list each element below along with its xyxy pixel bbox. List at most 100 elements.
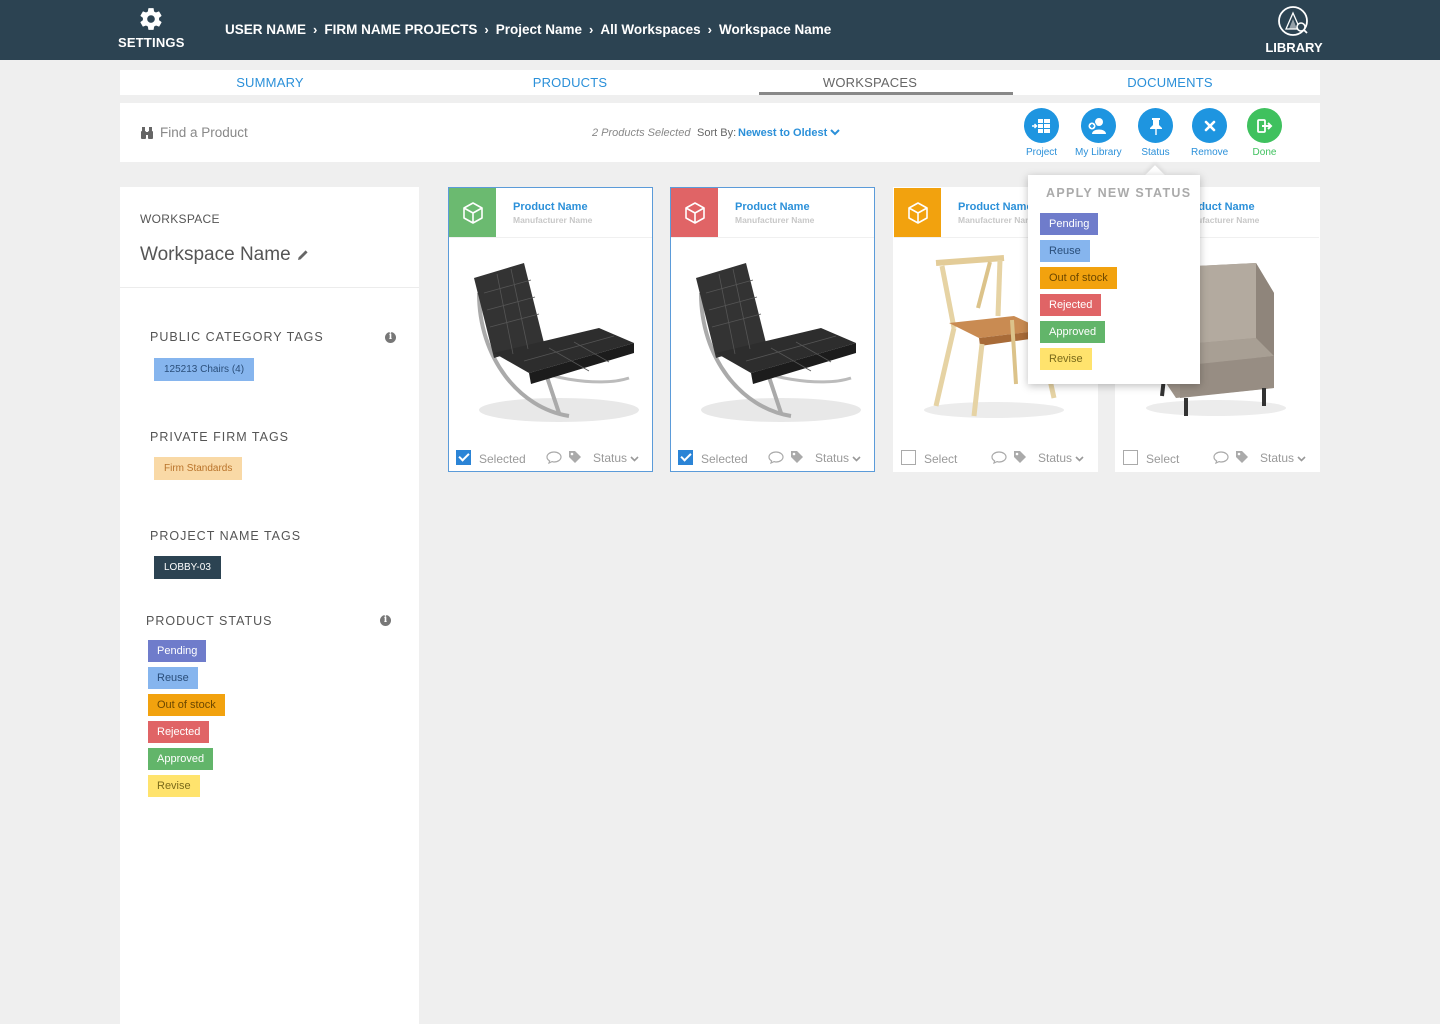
status-dropdown[interactable]: Status	[1038, 451, 1084, 465]
action-label: My Library	[1075, 147, 1122, 158]
public-tag[interactable]: 125213 Chairs (4)	[154, 358, 255, 381]
select-checkbox[interactable]	[456, 450, 471, 465]
breadcrumb-project[interactable]: Project Name	[496, 22, 582, 37]
card-footer: Selected Status	[671, 446, 874, 468]
status-option-out-of-stock[interactable]: Out of stock	[1040, 267, 1117, 289]
select-checkbox[interactable]	[1123, 450, 1138, 465]
status-revise[interactable]: Revise	[148, 775, 200, 797]
status-option-approved[interactable]: Approved	[1040, 321, 1106, 343]
chevron-down-icon	[830, 129, 841, 136]
apply-status-popover: APPLY NEW STATUS Pending Reuse Out of st…	[1028, 175, 1200, 384]
status-reuse[interactable]: Reuse	[148, 667, 198, 689]
status-dropdown[interactable]: Status	[1260, 451, 1306, 465]
status-color-block	[894, 188, 941, 237]
tag-icon[interactable]	[1013, 450, 1027, 464]
comment-icon[interactable]	[1213, 451, 1229, 464]
tab-documents[interactable]: DOCUMENTS	[1020, 70, 1320, 95]
info-icon[interactable]: i	[385, 332, 396, 343]
manufacturer-name: Manufacturer Name	[958, 215, 1038, 225]
breadcrumb-separator: ›	[484, 22, 489, 37]
select-label[interactable]: Selected	[479, 452, 526, 466]
action-label: Done	[1252, 147, 1277, 158]
status-option-revise[interactable]: Revise	[1040, 348, 1092, 370]
tag-icon[interactable]	[1235, 450, 1249, 464]
exit-icon	[1256, 118, 1272, 133]
popover-title: APPLY NEW STATUS	[1046, 186, 1192, 200]
select-label[interactable]: Select	[1146, 452, 1179, 466]
library-button[interactable]: LIBRARY	[1264, 5, 1324, 55]
add-to-project-icon	[1031, 118, 1050, 133]
product-image[interactable]	[671, 238, 874, 438]
chevron-down-icon	[1075, 456, 1084, 462]
status-dropdown[interactable]: Status	[593, 451, 639, 465]
public-tags-heading: PUBLIC CATEGORY TAGS	[150, 330, 324, 344]
barcelona-chair-icon	[474, 263, 639, 422]
breadcrumb-user[interactable]: USER NAME	[225, 22, 306, 37]
tab-bar: SUMMARY PRODUCTS WORKSPACES DOCUMENTS	[120, 70, 1320, 95]
select-checkbox[interactable]	[901, 450, 916, 465]
select-label[interactable]: Selected	[701, 452, 748, 466]
status-options: Pending Reuse Out of stock Rejected Appr…	[1040, 213, 1117, 375]
status-option-reuse[interactable]: Reuse	[1040, 240, 1090, 262]
comment-icon[interactable]	[768, 451, 784, 464]
settings-button[interactable]: SETTINGS	[118, 6, 184, 50]
product-name[interactable]: Product Name	[958, 201, 1033, 213]
pencil-icon[interactable]	[297, 249, 309, 261]
status-option-pending[interactable]: Pending	[1040, 213, 1099, 235]
status-out-of-stock[interactable]: Out of stock	[148, 694, 225, 716]
breadcrumb-separator: ›	[313, 22, 318, 37]
tag-icon[interactable]	[790, 450, 804, 464]
barcelona-chair-icon	[696, 263, 861, 422]
status-dropdown[interactable]: Status	[815, 451, 861, 465]
sort-label: Sort By:	[697, 127, 737, 139]
project-tag[interactable]: LOBBY-03	[154, 556, 221, 579]
tag-icon[interactable]	[568, 450, 582, 464]
search-placeholder: Find a Product	[160, 125, 248, 140]
tab-products[interactable]: PRODUCTS	[420, 70, 720, 95]
workspace-caption: WORKSPACE	[140, 212, 220, 226]
status-dropdown-label: Status	[1038, 451, 1073, 465]
status-dropdown-label: Status	[593, 451, 628, 465]
breadcrumb-separator: ›	[707, 22, 712, 37]
status-rejected[interactable]: Rejected	[148, 721, 210, 743]
action-label: Remove	[1191, 147, 1229, 158]
comment-icon[interactable]	[546, 451, 562, 464]
done-button[interactable]: Done	[1247, 108, 1282, 158]
breadcrumb-separator: ›	[589, 22, 594, 37]
find-product-search[interactable]: Find a Product	[140, 125, 248, 140]
product-card[interactable]: Product Name Manufacturer Name Selected …	[670, 187, 875, 472]
status-color-block	[449, 188, 496, 237]
product-image[interactable]	[449, 238, 652, 438]
remove-button[interactable]: Remove	[1191, 108, 1228, 158]
chevron-down-icon	[852, 456, 861, 462]
status-option-rejected[interactable]: Rejected	[1040, 294, 1102, 316]
gear-icon	[140, 8, 162, 30]
breadcrumb-firm-projects[interactable]: FIRM NAME PROJECTS	[324, 22, 477, 37]
info-icon[interactable]: i	[380, 615, 391, 626]
private-tag[interactable]: Firm Standards	[154, 457, 243, 480]
status-pending[interactable]: Pending	[148, 640, 207, 662]
breadcrumb: USER NAME › FIRM NAME PROJECTS › Project…	[225, 22, 831, 37]
status-approved[interactable]: Approved	[148, 748, 214, 770]
product-card[interactable]: Product Name Manufacturer Name Selected …	[448, 187, 653, 472]
add-to-library-button[interactable]: My Library	[1075, 108, 1122, 158]
comment-icon[interactable]	[991, 451, 1007, 464]
card-footer: Select Status	[1116, 446, 1319, 468]
card-footer: Selected Status	[449, 446, 652, 468]
product-name[interactable]: Product Name	[513, 201, 588, 213]
select-checkbox[interactable]	[678, 450, 693, 465]
workspace-section: WORKSPACE Workspace Name	[120, 187, 419, 288]
manufacturer-name: Manufacturer Name	[513, 215, 593, 225]
sidebar: WORKSPACE Workspace Name PUBLIC CATEGORY…	[120, 187, 419, 1024]
tab-summary[interactable]: SUMMARY	[120, 70, 420, 95]
sort-dropdown[interactable]: Newest to Oldest	[738, 127, 841, 139]
pin-icon	[1149, 117, 1162, 135]
chevron-down-icon	[630, 456, 639, 462]
status-button[interactable]: Status	[1138, 108, 1173, 158]
select-label[interactable]: Select	[924, 452, 957, 466]
product-name[interactable]: Product Name	[735, 201, 810, 213]
breadcrumb-all-workspaces[interactable]: All Workspaces	[600, 22, 700, 37]
add-to-project-button[interactable]: Project	[1024, 108, 1059, 158]
breadcrumb-workspace: Workspace Name	[719, 22, 832, 37]
project-tags-heading: PROJECT NAME TAGS	[150, 529, 302, 543]
